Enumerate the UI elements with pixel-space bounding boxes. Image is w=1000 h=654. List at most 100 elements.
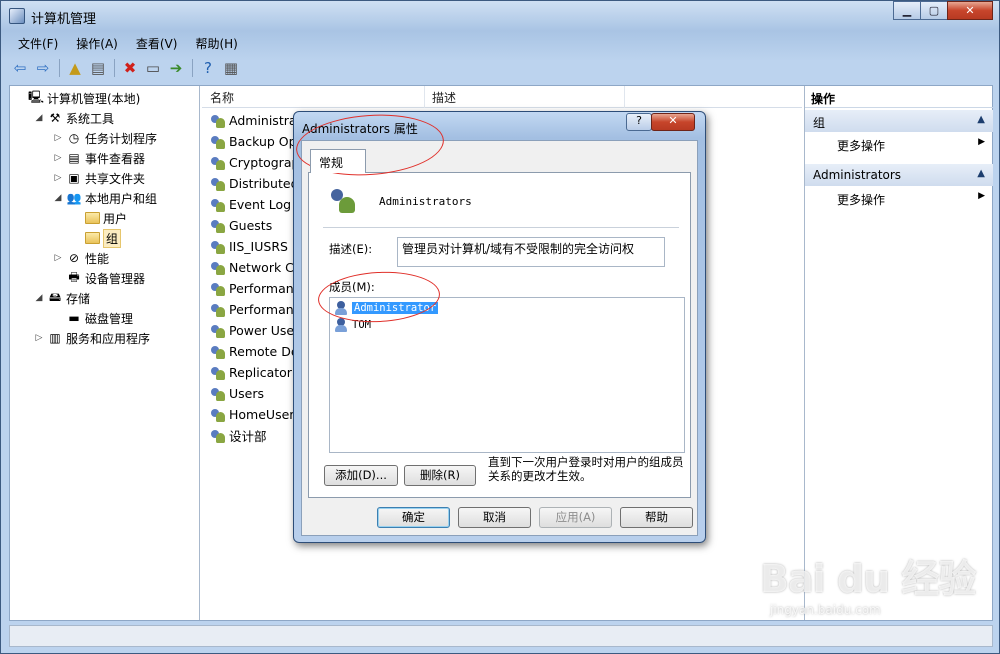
list-item[interactable]: Users	[210, 383, 264, 404]
back-arrow-icon[interactable]: ⇦	[9, 57, 31, 79]
tree-item-label: 存储	[66, 291, 91, 306]
more-actions-item[interactable]: 更多操作 ▶	[805, 134, 993, 154]
tree-item[interactable]: ▷ ▥ 服务和应用程序	[33, 328, 150, 348]
tree-item[interactable]: ◢ 👥 本地用户和组	[52, 188, 157, 208]
dialog-body: 常规 Administrators 描述(E): 管理员对计算机/域有不受限制的…	[301, 140, 698, 536]
tree-item-label: 本地用户和组	[85, 191, 158, 206]
show-hide-tree-icon[interactable]: ▤	[87, 57, 109, 79]
close-button[interactable]: ✕	[947, 1, 993, 20]
help-icon[interactable]: ?	[197, 57, 219, 79]
list-item[interactable]: Guests	[210, 215, 272, 236]
column-name[interactable]: 名称	[210, 89, 234, 106]
add-member-button[interactable]: 添加(D)...	[324, 465, 398, 486]
list-item[interactable]: Performanc	[210, 278, 301, 299]
column-description[interactable]: 描述	[432, 89, 456, 106]
actions-section-group[interactable]: 组 ▲	[805, 110, 993, 132]
tree-item[interactable]: ▷ ▤ 事件查看器	[52, 148, 145, 168]
collapse-icon[interactable]: ◢	[33, 293, 45, 303]
view-pane-icon[interactable]: ▦	[220, 57, 242, 79]
tree-item[interactable]: ▷ ⊘ 性能	[52, 248, 109, 268]
ok-button[interactable]: 确定	[377, 507, 450, 528]
submenu-arrow-icon: ▶	[978, 191, 985, 201]
list-item[interactable]: Distributed	[210, 173, 299, 194]
properties-icon[interactable]: ▭	[142, 57, 164, 79]
forward-arrow-icon[interactable]: ⇨	[32, 57, 54, 79]
group-icon	[210, 281, 226, 297]
tree-item[interactable]: ▬ 磁盘管理	[52, 308, 133, 328]
shared-folder-icon: ▣	[68, 171, 80, 185]
group-icon	[210, 113, 226, 129]
collapse-icon: ▲	[977, 168, 985, 179]
performance-icon: ⊘	[68, 251, 80, 265]
collapse-icon[interactable]: ◢	[33, 113, 45, 123]
clock-icon: ◷	[68, 131, 80, 145]
list-item[interactable]: Cryptograp	[210, 152, 299, 173]
list-item[interactable]: Network Co	[210, 257, 302, 278]
folder-icon	[85, 232, 100, 244]
group-name: Administrators	[379, 195, 472, 208]
tree-item[interactable]: 🖳 计算机管理(本地)	[14, 88, 140, 108]
description-field[interactable]: 管理员对计算机/域有不受限制的完全访问权	[397, 237, 665, 267]
group-icon	[210, 239, 226, 255]
delete-icon[interactable]: ✖	[119, 57, 141, 79]
list-item[interactable]: Backup Ope	[210, 131, 304, 152]
list-item[interactable]: Performanc	[210, 299, 301, 320]
tree-item-label: 任务计划程序	[85, 131, 158, 146]
expand-icon[interactable]: ▷	[33, 333, 45, 343]
watermark-url: jingyan.baidu.com	[770, 603, 881, 617]
tab-general[interactable]: 常规	[310, 149, 366, 173]
help-button[interactable]: 帮助	[620, 507, 693, 528]
list-item[interactable]: IIS_IUSRS	[210, 236, 288, 257]
list-item[interactable]: HomeUsers	[210, 404, 301, 425]
tree-item[interactable]: ◢ 🖴 存储	[33, 288, 90, 308]
list-item[interactable]: 设计部	[210, 425, 267, 446]
group-icon	[210, 323, 226, 339]
tree-item[interactable]: ▷ ▣ 共享文件夹	[52, 168, 145, 188]
tree-item[interactable]: 用户	[71, 208, 127, 228]
list-item[interactable]: Remote Des	[210, 341, 305, 362]
general-tab-panel: Administrators 描述(E): 管理员对计算机/域有不受限制的完全访…	[308, 172, 691, 498]
menu-file[interactable]: 文件(F)	[9, 33, 67, 53]
actions-title: 操作	[805, 86, 993, 108]
actions-pane: 操作 组 ▲ 更多操作 ▶ Administrators ▲ 更多操作 ▶	[804, 86, 993, 620]
dialog-close-button[interactable]: ✕	[651, 113, 695, 131]
list-item[interactable]: Event Log R	[210, 194, 304, 215]
group-icon	[210, 386, 226, 402]
group-icon	[210, 428, 226, 444]
expand-icon[interactable]: ▷	[52, 133, 64, 143]
collapse-icon[interactable]: ◢	[52, 193, 64, 203]
list-item[interactable]: Administrat	[210, 110, 301, 131]
remove-member-button[interactable]: 删除(R)	[404, 465, 476, 486]
administrators-properties-dialog: Administrators 属性 ? ✕ 常规 Administrators …	[293, 111, 706, 543]
menu-action[interactable]: 操作(A)	[67, 33, 127, 53]
expand-icon[interactable]: ▷	[52, 153, 64, 163]
maximize-button[interactable]: ▢	[920, 1, 948, 20]
expand-icon[interactable]: ▷	[52, 173, 64, 183]
actions-section-label: 组	[813, 116, 826, 130]
group-icon	[210, 302, 226, 318]
list-item[interactable]: Replicator	[210, 362, 292, 383]
tree-item-label: 事件查看器	[85, 151, 146, 166]
actions-section-label: Administrators	[813, 168, 902, 182]
title-bar: 计算机管理 ▁ ▢ ✕	[1, 1, 999, 31]
dialog-help-button[interactable]: ?	[626, 113, 652, 131]
menu-help[interactable]: 帮助(H)	[186, 33, 246, 53]
menu-view[interactable]: 查看(V)	[127, 33, 187, 53]
actions-section-administrators[interactable]: Administrators ▲	[805, 164, 993, 186]
tree-item[interactable]: ◢ ⚒ 系统工具	[33, 108, 114, 128]
tree-item[interactable]: ▷ ◷ 任务计划程序	[52, 128, 157, 148]
group-icon	[210, 155, 226, 171]
folder-icon	[85, 212, 100, 224]
more-actions-item[interactable]: 更多操作 ▶	[805, 188, 993, 208]
expand-icon[interactable]: ▷	[52, 253, 64, 263]
window-title: 计算机管理	[31, 12, 97, 27]
list-item-name: HomeUsers	[229, 407, 301, 422]
tree-item[interactable]: 🖶 设备管理器	[52, 268, 145, 288]
apply-button[interactable]: 应用(A)	[539, 507, 612, 528]
list-item[interactable]: Power User	[210, 320, 299, 341]
cancel-button[interactable]: 取消	[458, 507, 531, 528]
tree-item[interactable]: 组	[71, 228, 122, 248]
minimize-button[interactable]: ▁	[893, 1, 921, 20]
up-folder-icon[interactable]: ▲	[64, 57, 86, 79]
export-list-icon[interactable]: ➔	[165, 57, 187, 79]
